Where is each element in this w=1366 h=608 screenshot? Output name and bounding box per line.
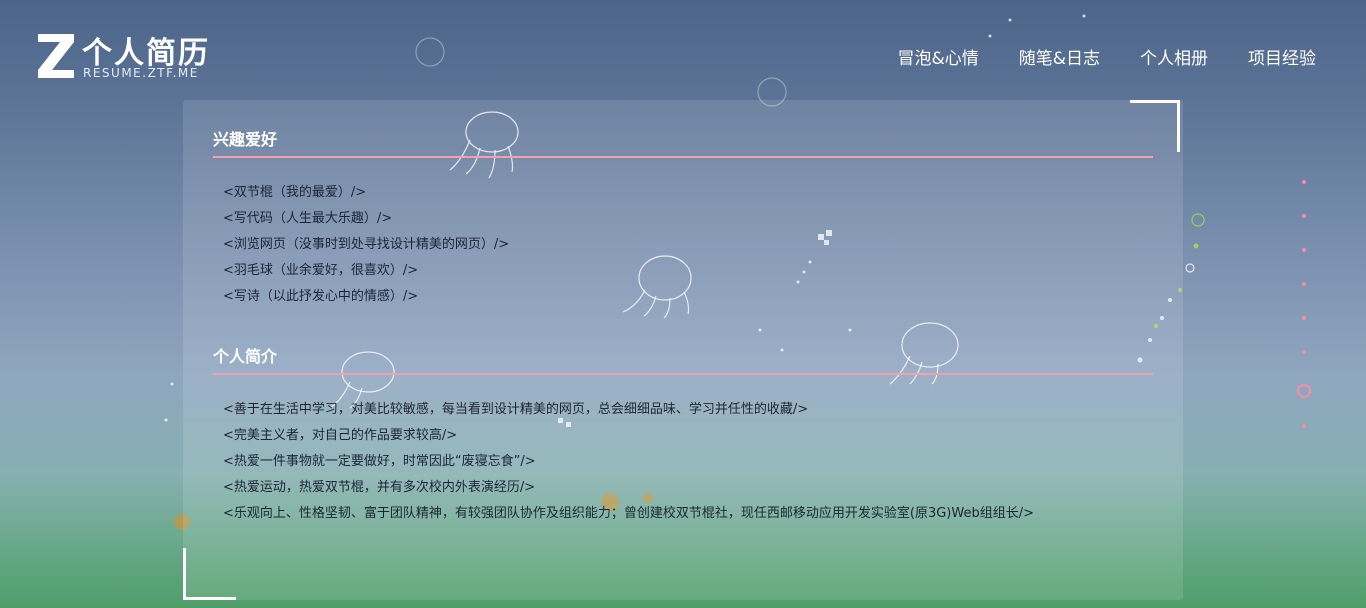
nav-item-mood[interactable]: 冒泡&心情 (897, 44, 978, 69)
list-item: <热爱一件事物就一定要做好，时常因此“废寝忘食”/> (223, 454, 536, 469)
page-dots (1296, 180, 1312, 458)
section-profile: 个人简介 <善于在生活中学习，对美比较敏感，每当看到设计精美的网页，总会细细品味… (213, 343, 1153, 527)
main-nav: 冒泡&心情 随笔&日志 个人相册 项目经验 (897, 44, 1316, 69)
profile-list: <善于在生活中学习，对美比较敏感，每当看到设计精美的网页，总会细细品味、学习并任… (213, 397, 1153, 527)
list-item: <写诗（以此抒发心中的情感）/> (223, 289, 419, 304)
page-dot[interactable] (1302, 214, 1306, 218)
hobby-list: <双节棍（我的最爱）/> <写代码（人生最大乐趣）/> <浏览网页（没事时到处寻… (213, 180, 1153, 310)
section-title: 兴趣爱好 (213, 126, 1153, 158)
list-item: <写代码（人生最大乐趣）/> (223, 211, 393, 226)
list-item: <完美主义者，对自己的作品要求较高/> (223, 428, 458, 443)
nav-item-projects[interactable]: 项目经验 (1248, 44, 1316, 69)
page-dot[interactable] (1302, 180, 1306, 184)
list-item: <热爱运动，热爱双节棍，并有多次校内外表演经历/> (223, 480, 536, 495)
page-dot[interactable] (1302, 424, 1306, 428)
page-dot[interactable] (1302, 350, 1306, 354)
list-item: <浏览网页（没事时到处寻找设计精美的网页）/> (223, 237, 510, 252)
list-item: <乐观向上、性格坚韧、富于团队精神，有较强团队协作及组织能力；曾创建校双节棍社，… (223, 506, 1034, 521)
section-hobbies: 兴趣爱好 <双节棍（我的最爱）/> <写代码（人生最大乐趣）/> <浏览网页（没… (213, 126, 1153, 310)
corner-decoration-bottom-left (183, 548, 236, 600)
list-item: <羽毛球（业余爱好，很喜欢）/> (223, 263, 419, 278)
page-dot[interactable] (1302, 282, 1306, 286)
logo-subtitle: RESUME.ZTF.ME (83, 66, 199, 80)
nav-item-essays[interactable]: 随笔&日志 (1019, 44, 1100, 69)
page-dot-active[interactable] (1297, 384, 1311, 398)
list-item: <双节棍（我的最爱）/> (223, 185, 367, 200)
z-logo-icon (38, 34, 74, 78)
page-dot[interactable] (1302, 248, 1306, 252)
page-dot[interactable] (1302, 316, 1306, 320)
section-title: 个人简介 (213, 343, 1153, 375)
list-item: <善于在生活中学习，对美比较敏感，每当看到设计精美的网页，总会细细品味、学习并任… (223, 402, 809, 417)
nav-item-album[interactable]: 个人相册 (1140, 44, 1208, 69)
logo[interactable]: 个人简历 RESUME.ZTF.ME (36, 30, 236, 82)
